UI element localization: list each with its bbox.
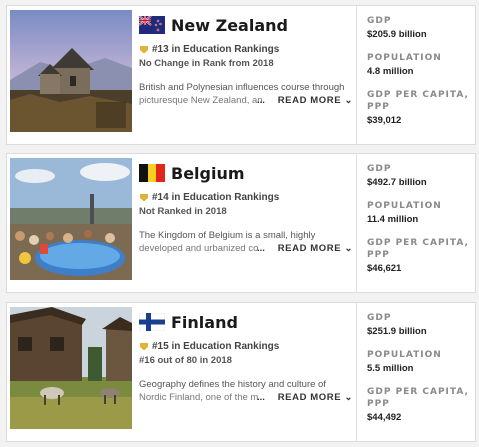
country-description: The Kingdom of Belgium is a small, highl… [139, 230, 353, 255]
finland-flag-icon [139, 313, 165, 331]
gdp-label: GDP [367, 16, 392, 26]
country-name[interactable]: Belgium [171, 164, 245, 183]
new-zealand-flag-icon [139, 16, 165, 34]
divider [356, 154, 357, 292]
chevron-down-icon: ⌄ [344, 95, 353, 106]
population-label: POPULATION [367, 350, 442, 360]
chevron-down-icon: ⌄ [344, 243, 353, 254]
ellipsis: ... [257, 95, 265, 106]
gdp-per-capita-value: $44,492 [367, 412, 402, 423]
medal-icon [140, 46, 148, 54]
gdp-value: $205.9 billion [367, 29, 427, 40]
belgium-photo[interactable] [10, 158, 132, 280]
gdp-per-capita-label: GDP PER CAPITA, PPP [367, 387, 469, 409]
finland-photo[interactable] [10, 307, 132, 429]
population-value: 5.5 million [367, 363, 414, 374]
rank-change: #16 out of 80 in 2018 [139, 355, 232, 366]
chevron-down-icon: ⌄ [344, 392, 353, 403]
country-card-belgium[interactable]: Belgium #14 in Education Rankings Not Ra… [6, 153, 476, 293]
population-label: POPULATION [367, 53, 442, 63]
gdp-per-capita-value: $39,012 [367, 115, 402, 126]
population-label: POPULATION [367, 201, 442, 211]
country-stats: GDP $205.9 billion POPULATION 4.8 millio… [367, 15, 472, 138]
gdp-label: GDP [367, 313, 392, 323]
gdp-per-capita-label: GDP PER CAPITA, PPP [367, 90, 469, 112]
divider [356, 303, 357, 441]
country-name[interactable]: Finland [171, 313, 238, 332]
read-more-button[interactable]: READ MORE ⌄ [273, 94, 353, 107]
country-name[interactable]: New Zealand [171, 16, 288, 35]
ellipsis: ... [257, 243, 265, 254]
gdp-label: GDP [367, 164, 392, 174]
ellipsis: ... [257, 392, 265, 403]
divider [356, 6, 357, 144]
country-stats: GDP $251.9 billion POPULATION 5.5 millio… [367, 312, 472, 435]
new-zealand-photo[interactable] [10, 10, 132, 132]
rank-change: Not Ranked in 2018 [139, 206, 227, 217]
belgium-flag-icon [139, 164, 165, 182]
population-value: 4.8 million [367, 66, 414, 77]
read-more-button[interactable]: READ MORE ⌄ [273, 391, 353, 404]
gdp-value: $251.9 billion [367, 326, 427, 337]
country-card-new-zealand[interactable]: New Zealand #13 in Education Rankings No… [6, 5, 476, 145]
gdp-value: $492.7 billion [367, 177, 427, 188]
education-rank: #14 in Education Rankings [139, 192, 355, 203]
read-more-button[interactable]: READ MORE ⌄ [273, 242, 353, 255]
education-rank: #13 in Education Rankings [139, 44, 355, 55]
gdp-per-capita-label: GDP PER CAPITA, PPP [367, 238, 469, 260]
country-card-finland[interactable]: Finland #15 in Education Rankings #16 ou… [6, 302, 476, 442]
rank-change: No Change in Rank from 2018 [139, 58, 274, 69]
medal-icon [140, 194, 148, 202]
country-description: Geography defines the history and cultur… [139, 379, 353, 404]
medal-icon [140, 343, 148, 351]
country-description: British and Polynesian influences course… [139, 82, 353, 107]
population-value: 11.4 million [367, 214, 419, 225]
education-rank: #15 in Education Rankings [139, 341, 355, 352]
country-stats: GDP $492.7 billion POPULATION 11.4 milli… [367, 163, 472, 286]
gdp-per-capita-value: $46,621 [367, 263, 402, 274]
